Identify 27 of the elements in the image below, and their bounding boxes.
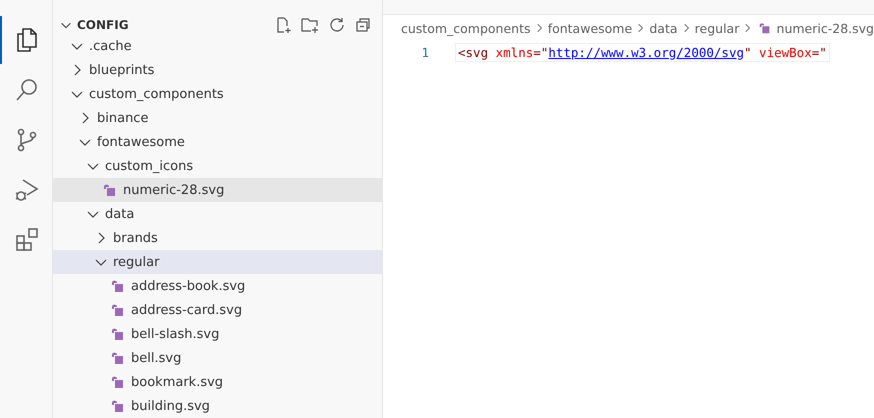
tree-item[interactable]: bell.svg [53, 346, 382, 370]
breadcrumb-item[interactable]: custom_components [401, 20, 531, 36]
new-folder-icon[interactable] [300, 16, 320, 34]
breadcrumb-item[interactable]: data [649, 20, 678, 36]
tree-item[interactable]: bell-slash.svg [53, 322, 382, 346]
tree-item[interactable]: numeric-28.svg [53, 178, 382, 202]
tree-item[interactable]: blueprints [53, 58, 382, 82]
collapse-all-icon[interactable] [354, 16, 372, 34]
refresh-icon[interactable] [328, 16, 346, 34]
tree-item[interactable]: binance [53, 106, 382, 130]
tree-item[interactable]: custom_components [53, 82, 382, 106]
tree-item[interactable]: address-card.svg [53, 298, 382, 322]
tree-item[interactable]: custom_icons [53, 154, 382, 178]
breadcrumb-item[interactable]: regular [694, 20, 740, 36]
folder-header[interactable]: CONFIG [57, 18, 131, 32]
tree-item[interactable]: brands [53, 226, 382, 250]
breadcrumb-item[interactable]: numeric-28.svg [756, 20, 874, 36]
tree-item[interactable]: fontawesome [53, 130, 382, 154]
breadcrumb-item[interactable]: fontawesome [548, 20, 632, 36]
tree-item[interactable]: .cache [53, 34, 382, 58]
tree-item[interactable]: data [53, 202, 382, 226]
tree-item[interactable]: bookmark.svg [53, 370, 382, 394]
tree-item[interactable]: regular [53, 250, 382, 274]
tree-item[interactable]: address-book.svg [53, 274, 382, 298]
extensions-icon [13, 226, 41, 254]
line-number: 1 [420, 44, 430, 60]
tree-item[interactable]: building.svg [53, 394, 382, 418]
